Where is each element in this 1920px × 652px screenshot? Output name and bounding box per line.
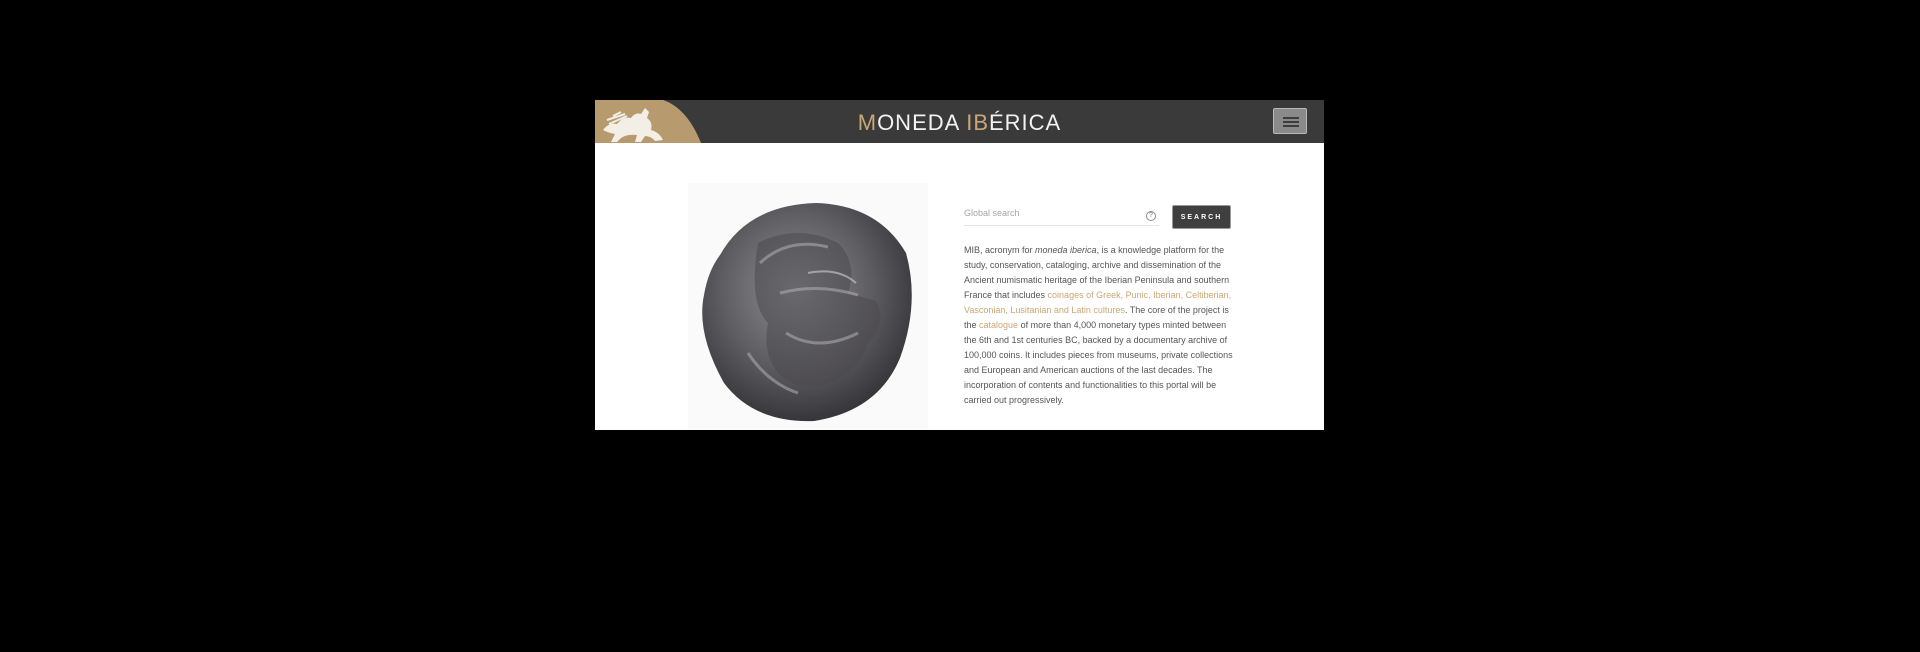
brand-text-erica: ÉRICA xyxy=(989,110,1062,135)
search-button[interactable]: SEARCH xyxy=(1172,205,1231,229)
site-container: MONEDA IBÉRICA ? SEARCH xyxy=(595,100,1324,430)
help-icon[interactable]: ? xyxy=(1146,211,1156,221)
hamburger-menu-bar xyxy=(1283,121,1299,123)
brand-letters-ib: IB xyxy=(966,110,989,135)
intro-emphasis: moneda iberica xyxy=(1035,245,1097,255)
coin-image xyxy=(688,183,928,430)
intro-text: of more than 4,000 monetary types minted… xyxy=(964,320,1233,405)
intro-paragraph: MIB, acronym for moneda iberica, is a kn… xyxy=(964,243,1236,408)
brand-letter-m: M xyxy=(857,110,878,135)
hamburger-menu-icon xyxy=(1283,117,1299,119)
hamburger-menu-button[interactable] xyxy=(1273,108,1307,134)
intro-text: MIB, acronym for xyxy=(964,245,1036,255)
hamburger-menu-bar xyxy=(1283,125,1299,127)
global-search: ? xyxy=(964,203,1159,226)
global-search-input[interactable] xyxy=(964,204,1134,222)
main-content: ? SEARCH MIB, acronym for moneda iberica… xyxy=(595,143,1324,430)
site-header: MONEDA IBÉRICA xyxy=(595,100,1324,143)
site-title[interactable]: MONEDA IBÉRICA xyxy=(595,110,1324,136)
brand-text-oneda: ONEDA xyxy=(877,110,967,135)
catalogue-link[interactable]: catalogue xyxy=(979,320,1018,330)
